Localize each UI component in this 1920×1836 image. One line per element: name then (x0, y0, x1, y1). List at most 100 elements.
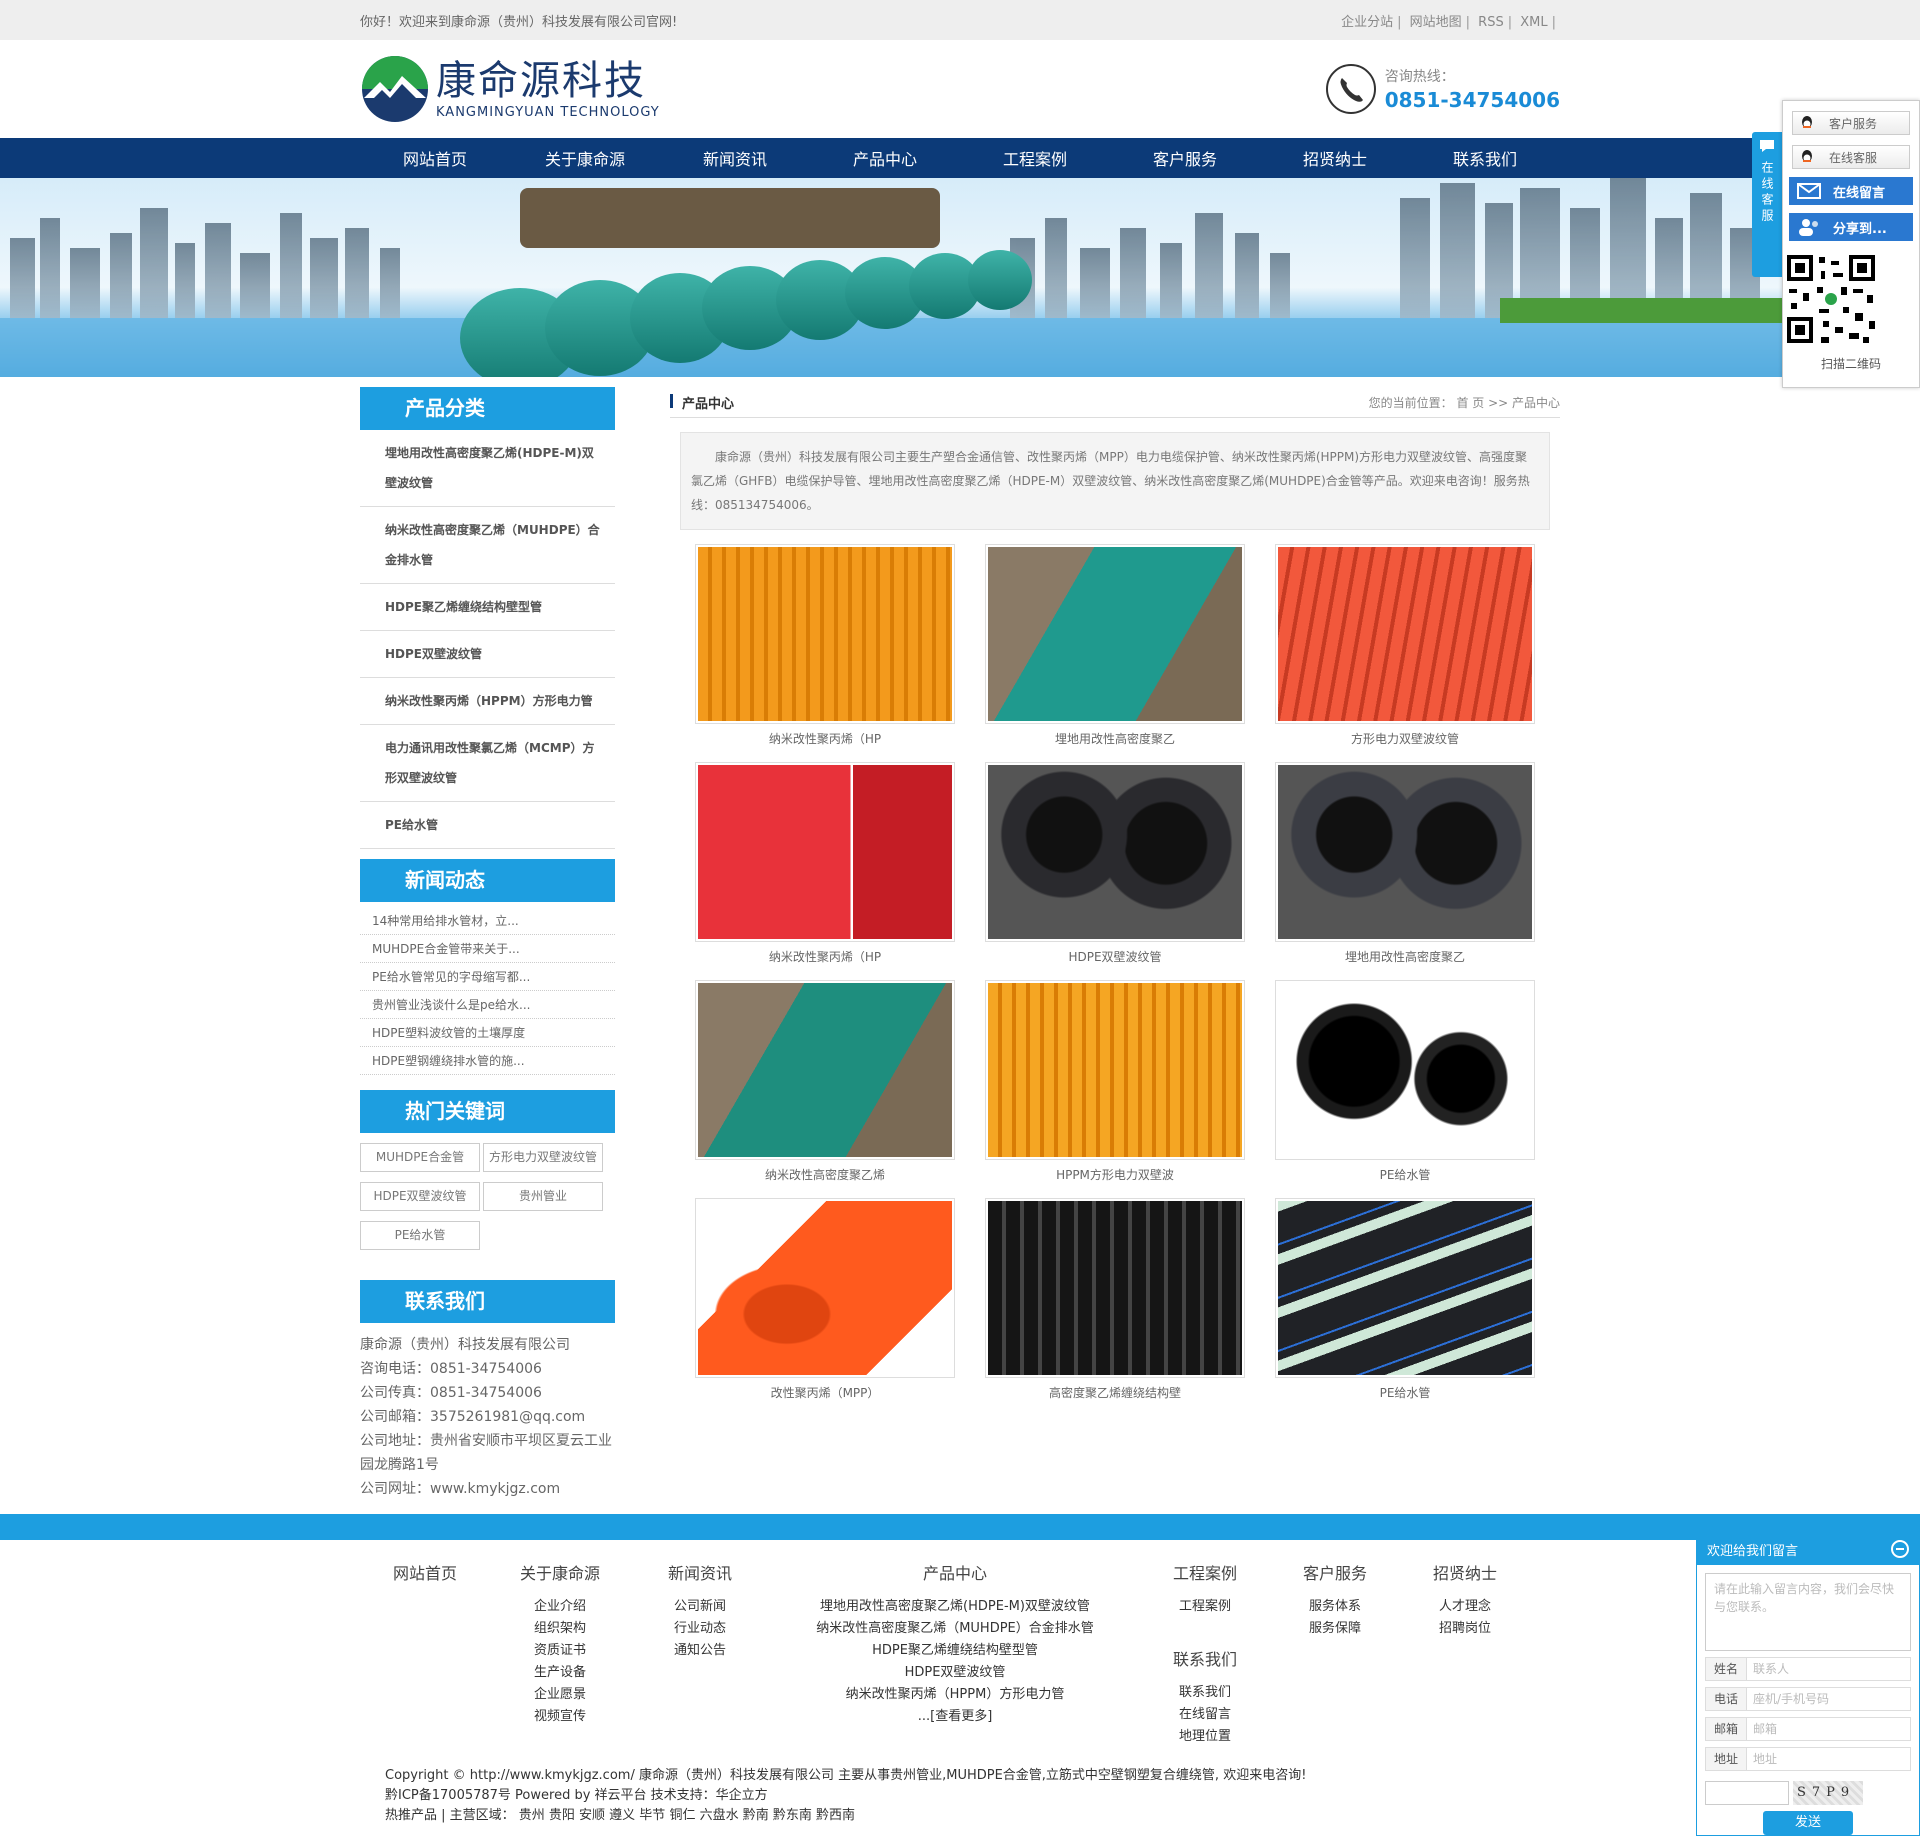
minimize-icon[interactable] (1891, 1540, 1909, 1558)
footer-link[interactable]: 企业愿景 (490, 1684, 630, 1706)
customer-service-button[interactable]: 客户服务 (1792, 111, 1910, 135)
news-item[interactable]: MUHDPE合金管带来关于... (360, 935, 615, 963)
product-caption[interactable]: PE给水管 (1275, 1166, 1535, 1186)
product-image-frame[interactable] (1275, 544, 1535, 724)
keyword-tag[interactable]: PE给水管 (360, 1221, 480, 1250)
news-item[interactable]: 14种常用给排水管材，立... (360, 907, 615, 935)
product-caption[interactable]: 高密度聚乙烯缠绕结构壁 (985, 1384, 1245, 1404)
footer-link[interactable]: 纳米改性聚丙烯（HPPM）方形电力管 (770, 1684, 1140, 1706)
footer-head[interactable]: 产品中心 (770, 1560, 1140, 1584)
name-input[interactable]: 联系人 (1746, 1658, 1910, 1680)
captcha-input[interactable] (1705, 1781, 1789, 1805)
footer-head[interactable]: 新闻资讯 (630, 1560, 770, 1584)
product-card[interactable]: 改性聚丙烯（MPP） (695, 1198, 955, 1404)
product-image-frame[interactable] (985, 544, 1245, 724)
footer-head[interactable]: 招贤纳士 (1400, 1560, 1530, 1584)
send-button[interactable]: 发送 (1763, 1811, 1853, 1835)
footer-link[interactable]: 服务保障 (1270, 1618, 1400, 1640)
news-item[interactable]: PE给水管常见的字母缩写都... (360, 963, 615, 991)
product-caption[interactable]: HPPM方形电力双壁波 (985, 1166, 1245, 1186)
product-image-frame[interactable] (695, 1198, 955, 1378)
nav-about[interactable]: 关于康命源 (510, 146, 660, 170)
footer-link[interactable]: 招聘岗位 (1400, 1618, 1530, 1640)
keyword-tag[interactable]: HDPE双壁波纹管 (360, 1182, 480, 1211)
footer-link[interactable]: 通知公告 (630, 1640, 770, 1662)
logo[interactable]: 康命源科技 KANGMINGYUAN TECHNOLOGY (360, 54, 660, 124)
product-image-frame[interactable] (985, 762, 1245, 942)
nav-home[interactable]: 网站首页 (360, 146, 510, 170)
footer-link[interactable]: HDPE双壁波纹管 (770, 1662, 1140, 1684)
category-item[interactable]: 纳米改性高密度聚乙烯（MUHDPE）合金排水管 (360, 507, 615, 584)
product-card[interactable]: 方形电力双壁波纹管 (1275, 544, 1535, 750)
product-card[interactable]: 高密度聚乙烯缠绕结构壁 (985, 1198, 1245, 1404)
product-caption[interactable]: 纳米改性聚丙烯（HP (695, 730, 955, 750)
product-card[interactable]: HPPM方形电力双壁波 (985, 980, 1245, 1186)
email-input[interactable]: 邮箱 (1746, 1718, 1910, 1740)
nav-service[interactable]: 客户服务 (1110, 146, 1260, 170)
product-card[interactable]: PE给水管 (1275, 1198, 1535, 1404)
product-caption[interactable]: 埋地用改性高密度聚乙 (1275, 948, 1535, 968)
top-link-substation[interactable]: 企业分站 (1341, 15, 1393, 30)
footer-link[interactable]: 地理位置 (1140, 1726, 1270, 1748)
keyword-tag[interactable]: MUHDPE合金管 (360, 1143, 480, 1172)
product-caption[interactable]: 纳米改性聚丙烯（HP (695, 948, 955, 968)
product-caption[interactable]: 改性聚丙烯（MPP） (695, 1384, 955, 1404)
product-image-frame[interactable] (695, 980, 955, 1160)
product-card[interactable]: 埋地用改性高密度聚乙 (1275, 762, 1535, 968)
product-image-frame[interactable] (985, 1198, 1245, 1378)
product-caption[interactable]: HDPE双壁波纹管 (985, 948, 1245, 968)
share-button[interactable]: 分享到... (1789, 213, 1913, 241)
name-field[interactable]: 姓名 联系人 (1705, 1657, 1911, 1681)
product-image-frame[interactable] (695, 762, 955, 942)
product-image-frame[interactable] (1275, 980, 1535, 1160)
category-item[interactable]: HDPE聚乙烯缠绕结构壁型管 (360, 584, 615, 631)
product-caption[interactable]: PE给水管 (1275, 1384, 1535, 1404)
footer-link[interactable]: 企业介绍 (490, 1596, 630, 1618)
product-image-frame[interactable] (1275, 762, 1535, 942)
footer-link[interactable]: 在线留言 (1140, 1704, 1270, 1726)
phone-input[interactable]: 座机/手机号码 (1746, 1688, 1910, 1710)
product-card[interactable]: 纳米改性高密度聚乙烯 (695, 980, 955, 1186)
footer-head[interactable]: 关于康命源 (490, 1560, 630, 1584)
address-field[interactable]: 地址 地址 (1705, 1747, 1911, 1771)
product-caption[interactable]: 方形电力双壁波纹管 (1275, 730, 1535, 750)
product-card[interactable]: 埋地用改性高密度聚乙 (985, 544, 1245, 750)
news-item[interactable]: HDPE塑钢缠绕排水管的施... (360, 1047, 615, 1075)
leave-message-button[interactable]: 在线留言 (1789, 177, 1913, 205)
footer-head[interactable]: 网站首页 (360, 1560, 490, 1584)
captcha-image[interactable]: S7P9 (1793, 1781, 1863, 1805)
footer-head[interactable]: 联系我们 (1140, 1646, 1270, 1670)
online-service-button[interactable]: 在线客服 (1792, 145, 1910, 169)
category-item[interactable]: PE给水管 (360, 802, 615, 849)
product-card[interactable]: HDPE双壁波纹管 (985, 762, 1245, 968)
footer-head[interactable]: 客户服务 (1270, 1560, 1400, 1584)
footer-link[interactable]: 服务体系 (1270, 1596, 1400, 1618)
address-input[interactable]: 地址 (1746, 1748, 1910, 1770)
nav-cases[interactable]: 工程案例 (960, 146, 1110, 170)
product-image-frame[interactable] (695, 544, 955, 724)
category-item[interactable]: 埋地用改性高密度聚乙烯(HDPE-M)双壁波纹管 (360, 430, 615, 507)
news-item[interactable]: HDPE塑料波纹管的土壤厚度 (360, 1019, 615, 1047)
footer-link[interactable]: 工程案例 (1140, 1596, 1270, 1618)
footer-link[interactable]: 公司新闻 (630, 1596, 770, 1618)
top-link-xml[interactable]: XML (1520, 15, 1547, 30)
nav-jobs[interactable]: 招贤纳士 (1260, 146, 1410, 170)
product-card[interactable]: PE给水管 (1275, 980, 1535, 1186)
nav-news[interactable]: 新闻资讯 (660, 146, 810, 170)
footer-link[interactable]: ...[查看更多] (770, 1706, 1140, 1728)
product-card[interactable]: 纳米改性聚丙烯（HP (695, 544, 955, 750)
footer-link[interactable]: 人才理念 (1400, 1596, 1530, 1618)
footer-link[interactable]: 资质证书 (490, 1640, 630, 1662)
footer-link[interactable]: 埋地用改性高密度聚乙烯(HDPE-M)双壁波纹管 (770, 1596, 1140, 1618)
category-item[interactable]: 纳米改性聚丙烯（HPPM）方形电力管 (360, 678, 615, 725)
product-caption[interactable]: 埋地用改性高密度聚乙 (985, 730, 1245, 750)
email-field[interactable]: 邮箱 邮箱 (1705, 1717, 1911, 1741)
footer-link[interactable]: 视频宣传 (490, 1706, 630, 1728)
nav-products[interactable]: 产品中心 (810, 146, 960, 170)
footer-head[interactable]: 工程案例 (1140, 1560, 1270, 1584)
phone-field[interactable]: 电话 座机/手机号码 (1705, 1687, 1911, 1711)
footer-link[interactable]: HDPE聚乙烯缠绕结构壁型管 (770, 1640, 1140, 1662)
top-link-sitemap[interactable]: 网站地图 (1410, 15, 1462, 30)
product-image-frame[interactable] (1275, 1198, 1535, 1378)
footer-link[interactable]: 组织架构 (490, 1618, 630, 1640)
